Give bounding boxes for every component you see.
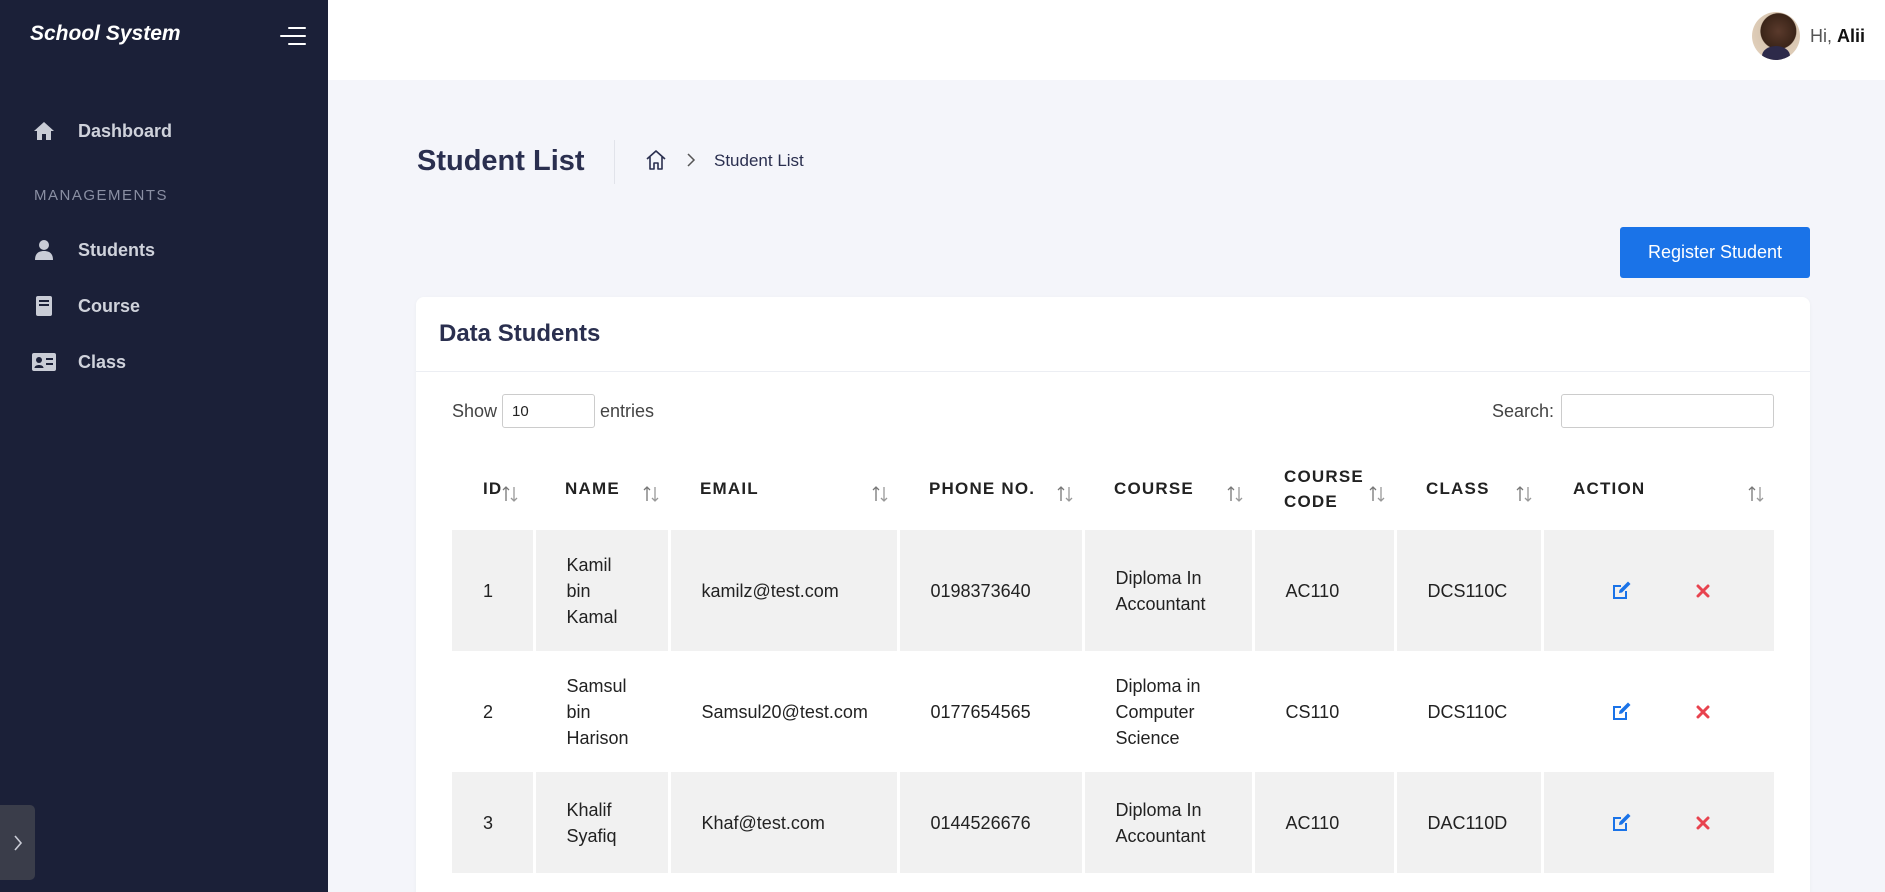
sort-icon <box>1225 484 1245 504</box>
cell-phone: 0198373640 <box>896 530 1083 651</box>
cell-email: kamilz@test.com <box>667 530 898 651</box>
register-student-button[interactable]: Register Student <box>1620 227 1810 278</box>
user-icon <box>32 238 56 262</box>
column-header-phone[interactable]: PHONE NO. <box>898 447 1083 530</box>
book-icon <box>32 294 56 318</box>
column-header-action[interactable]: ACTION <box>1542 447 1774 530</box>
sidebar-item-label: Course <box>78 295 141 316</box>
sort-icon <box>500 484 520 504</box>
cell-id: 3 <box>452 772 534 873</box>
topbar: Hi, Alii <box>328 0 1885 80</box>
menu-toggle-icon[interactable] <box>280 27 306 47</box>
column-header-id[interactable]: ID <box>452 447 534 530</box>
table-row: 3 Khalif Syafiq Khaf@test.com 0144526676… <box>452 772 1774 873</box>
data-students-card: Data Students Show entries Search: ID NA… <box>416 297 1810 892</box>
avatar <box>1751 12 1800 60</box>
sort-icon <box>1367 484 1387 504</box>
sidebar-item-students[interactable]: Students <box>0 227 328 273</box>
sidebar-section-title: MANAGEMENTS <box>34 187 169 204</box>
page-title: Student List <box>417 145 585 177</box>
delete-icon[interactable] <box>1696 584 1710 598</box>
column-header-course-code[interactable]: COURSE CODE <box>1253 447 1395 530</box>
entries-length-control: Show entries <box>452 394 654 428</box>
sort-icon <box>1514 484 1534 504</box>
sort-icon <box>870 484 890 504</box>
cell-email: Samsul20@test.com <box>667 651 898 772</box>
breadcrumb-chevron-icon <box>684 151 698 169</box>
cell-course: Diploma in Computer Science <box>1115 675 1201 748</box>
cell-course: Diploma In Accountant <box>1115 799 1206 846</box>
cell-course-code: AC110 <box>1251 530 1395 651</box>
username: Alii <box>1836 25 1865 46</box>
edit-icon[interactable] <box>1611 581 1633 601</box>
cell-email: Khaf@test.com <box>667 772 898 873</box>
entries-label: entries <box>600 400 655 421</box>
greeting: Hi, <box>1809 25 1832 46</box>
cell-class: DCS110C <box>1393 530 1542 651</box>
card-title: Data Students <box>439 320 601 347</box>
chevron-right-icon <box>13 834 22 851</box>
show-label: Show <box>452 400 498 421</box>
search-input[interactable] <box>1561 394 1774 428</box>
cell-course: Diploma In Accountant <box>1115 567 1206 614</box>
column-header-email[interactable]: EMAIL <box>669 447 898 530</box>
breadcrumb-current: Student List <box>714 151 804 170</box>
cell-phone: 0144526676 <box>896 772 1083 873</box>
sort-icon <box>641 484 661 504</box>
sidebar-item-label: Class <box>78 351 127 372</box>
cell-class: DAC110D <box>1393 772 1542 873</box>
column-header-course[interactable]: COURSE <box>1083 447 1253 530</box>
brand-title: School System <box>30 22 181 45</box>
cell-course-code: AC110 <box>1251 772 1395 873</box>
delete-icon[interactable] <box>1696 816 1710 830</box>
cell-course-code: CS110 <box>1251 651 1395 772</box>
user-menu[interactable]: Hi, Alii <box>1751 12 1865 60</box>
sidebar-item-label: Students <box>78 239 156 260</box>
column-header-class[interactable]: CLASS <box>1395 447 1542 530</box>
sidebar-item-label: Dashboard <box>78 120 173 141</box>
home-icon <box>32 119 56 143</box>
table-row: 1 Kamil bin Kamal kamilz@test.com 019837… <box>452 530 1774 651</box>
cell-id: 2 <box>452 651 534 772</box>
edit-icon[interactable] <box>1611 702 1633 722</box>
delete-icon[interactable] <box>1696 705 1710 719</box>
cell-name: Kamil bin Kamal <box>566 554 618 627</box>
id-card-icon <box>32 350 56 374</box>
sidebar-item-dashboard[interactable]: Dashboard <box>0 108 328 154</box>
cell-id: 1 <box>452 530 534 651</box>
search-control: Search: <box>1492 394 1774 428</box>
table-row: 2 Samsul bin Harison Samsul20@test.com 0… <box>452 651 1774 772</box>
sort-icon <box>1055 484 1075 504</box>
cell-class: DCS110C <box>1393 651 1542 772</box>
breadcrumb-home-icon[interactable] <box>644 148 668 172</box>
sidebar: School System Dashboard MANAGEMENTS Stud… <box>0 0 328 892</box>
entries-select[interactable] <box>502 394 596 428</box>
cell-phone: 0177654565 <box>896 651 1083 772</box>
sort-icon <box>1746 484 1766 504</box>
cell-name: Khalif Syafiq <box>566 799 617 846</box>
title-divider <box>614 140 615 184</box>
students-table: ID NAME EMAIL PHONE NO. COURSE COURSE CO… <box>452 447 1774 873</box>
sidebar-item-class[interactable]: Class <box>0 339 328 385</box>
sidebar-item-course[interactable]: Course <box>0 283 328 329</box>
cell-name: Samsul bin Harison <box>566 675 629 748</box>
edit-icon[interactable] <box>1611 813 1633 833</box>
column-header-name[interactable]: NAME <box>534 447 669 530</box>
sidebar-expand-handle[interactable] <box>0 805 35 880</box>
search-label: Search: <box>1491 400 1554 421</box>
